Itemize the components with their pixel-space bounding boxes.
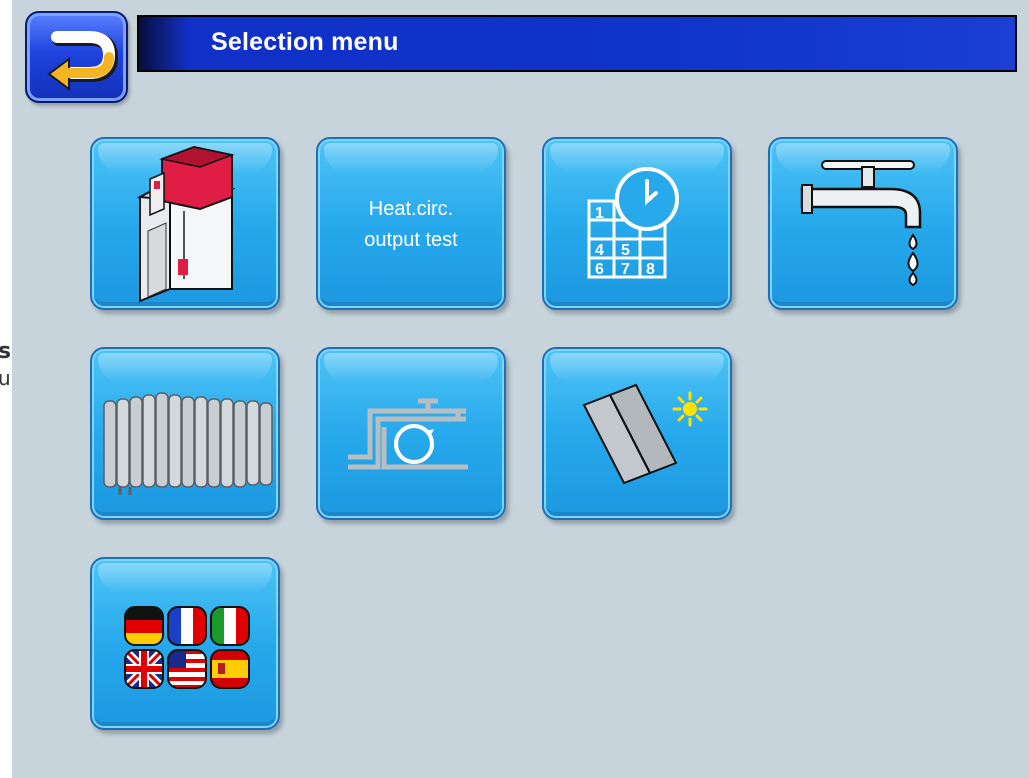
boiler-button[interactable] bbox=[90, 137, 280, 310]
heat-circuit-output-test-button[interactable]: Heat.circ. output test bbox=[316, 137, 506, 310]
heating-circuit-button[interactable] bbox=[90, 347, 280, 520]
title-bar-accent bbox=[139, 17, 179, 70]
page-title: Selection menu bbox=[211, 28, 399, 56]
language-flags-icon bbox=[124, 606, 250, 689]
calendar-number-1: 1 bbox=[595, 205, 604, 222]
circulation-pump-icon bbox=[348, 398, 468, 470]
water-tap-icon bbox=[800, 160, 922, 287]
hot-water-button[interactable] bbox=[768, 137, 958, 310]
back-button[interactable] bbox=[25, 11, 128, 103]
circulation-button[interactable] bbox=[316, 347, 506, 520]
back-arrow-icon bbox=[47, 31, 119, 91]
tile-gloss bbox=[324, 143, 498, 173]
clipped-text-line-2: u bbox=[0, 366, 11, 390]
calendar-number-6: 6 bbox=[595, 261, 604, 278]
title-bar: Selection menu bbox=[137, 15, 1017, 72]
calendar-number-8: 8 bbox=[646, 261, 655, 278]
solar-button[interactable] bbox=[542, 347, 732, 520]
calendar-number-7: 7 bbox=[621, 261, 630, 278]
language-button[interactable] bbox=[90, 557, 280, 730]
calendar-clock-icon: 1 4 5 6 7 8 bbox=[587, 167, 679, 279]
calendar-number-5: 5 bbox=[621, 242, 630, 259]
label-line-1: Heat.circ. bbox=[368, 198, 454, 220]
heat-circuit-output-test-label: Heat.circ. output test bbox=[318, 194, 504, 256]
clipped-side-text: s u bbox=[0, 336, 14, 394]
solar-collector-icon bbox=[582, 383, 708, 485]
label-line-2: output test bbox=[364, 229, 458, 251]
calendar-number-4: 4 bbox=[595, 242, 604, 259]
radiator-icon bbox=[103, 392, 273, 495]
boiler-icon bbox=[136, 145, 236, 303]
time-program-button[interactable]: 1 4 5 6 7 8 bbox=[542, 137, 732, 310]
